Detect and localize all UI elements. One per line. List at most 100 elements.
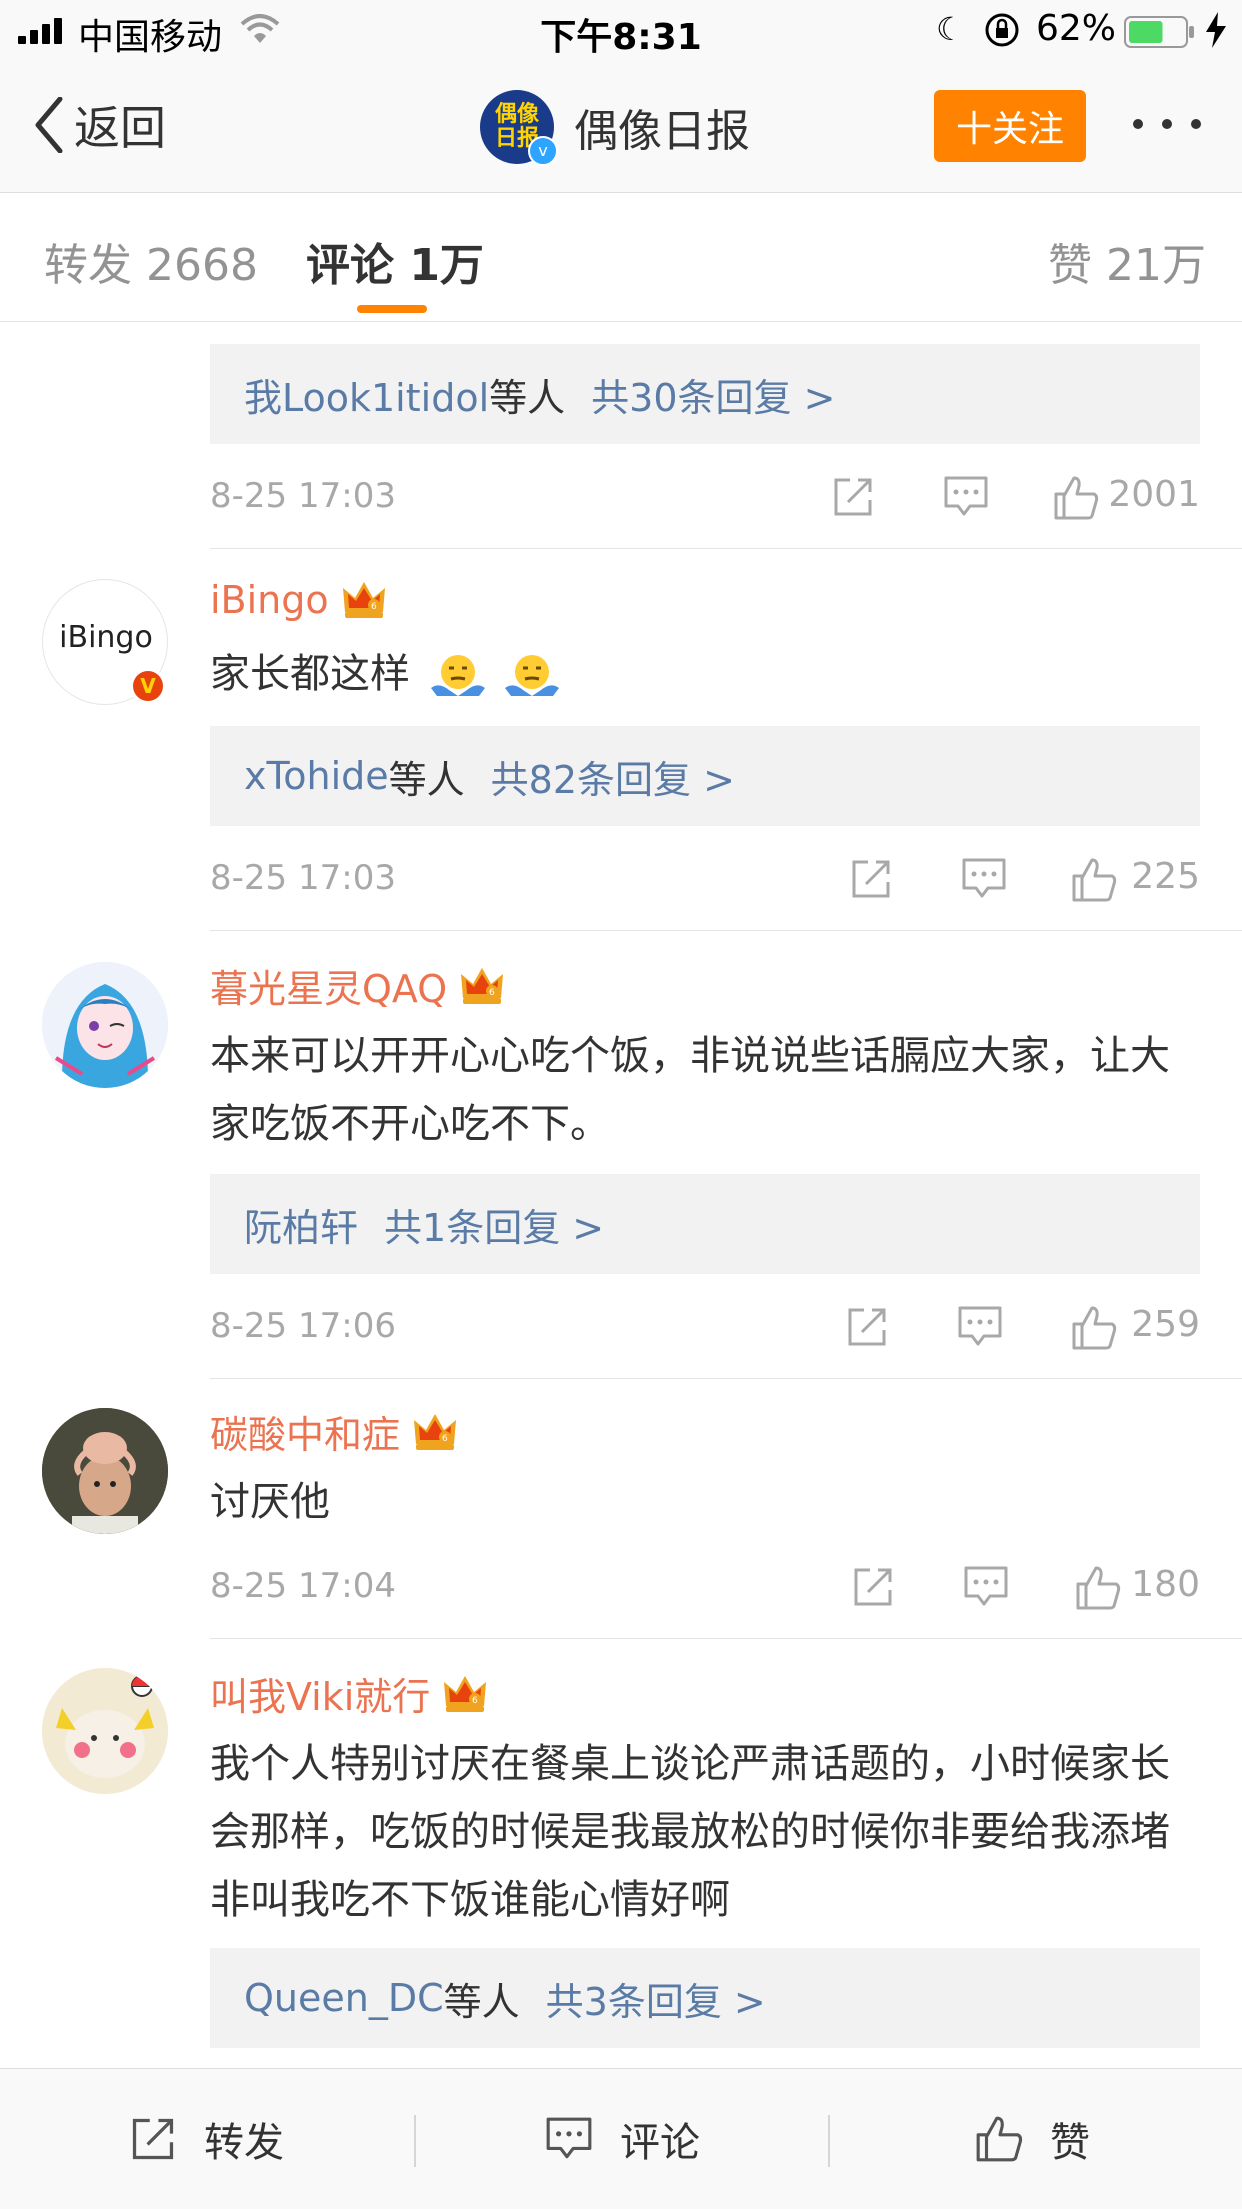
avatar[interactable]	[42, 1668, 168, 1794]
reply-etc: 等人	[489, 375, 566, 420]
username[interactable]: 叫我Viki就行 6	[210, 1666, 488, 1721]
separator	[414, 2115, 416, 2167]
active-tab-indicator	[357, 305, 427, 313]
thumbs-up-icon	[976, 2116, 1023, 2162]
reply-summary[interactable]: 我Look1itidol 等人 共30条回复 >	[210, 344, 1200, 444]
account-header[interactable]: 偶像日报 v 偶像日报	[480, 90, 750, 166]
repost-button[interactable]: 转发	[128, 2069, 284, 2209]
member-crown-icon: 6	[444, 1675, 487, 1712]
repost-label: 转发	[204, 2120, 284, 2166]
svg-text:6: 6	[489, 988, 495, 998]
svg-text:6: 6	[472, 1696, 478, 1706]
like-label: 赞	[1050, 2120, 1090, 2166]
reply-summary[interactable]: 阮柏轩 共1条回复 >	[210, 1174, 1200, 1274]
username[interactable]: 暮光星灵QAQ 6	[210, 958, 505, 1013]
username[interactable]: 碳酸中和症 6	[210, 1404, 458, 1459]
username-text: 叫我Viki就行	[210, 1675, 431, 1719]
member-crown-icon: 6	[414, 1413, 457, 1450]
thumbs-up-icon[interactable]	[1070, 1304, 1118, 1352]
comment-icon[interactable]	[942, 474, 990, 520]
comment-time: 8-25 17:03	[210, 476, 396, 516]
reply-names: 阮柏轩	[244, 1205, 359, 1250]
thumbs-up-icon[interactable]	[1052, 474, 1100, 522]
bottom-action-bar: 转发 评论 赞	[0, 2068, 1242, 2209]
shrug-emoji-icon	[505, 655, 560, 696]
comment-meta: 8-25 17:03 225	[210, 848, 1200, 908]
like-count: 259	[1131, 1304, 1200, 1345]
reply-names: 我Look1itidol	[244, 375, 490, 420]
thumbs-up-icon[interactable]	[1070, 856, 1118, 904]
share-icon[interactable]	[844, 1304, 890, 1350]
reply-total: 共82条回复 >	[490, 757, 735, 802]
like-count: 180	[1131, 1564, 1200, 1605]
tab-likes[interactable]: 赞 21万	[1048, 229, 1206, 293]
comment-label: 评论	[620, 2120, 700, 2166]
reply-total: 共1条回复 >	[384, 1205, 605, 1250]
tab-reposts[interactable]: 转发 2668	[44, 229, 258, 293]
reply-etc: 等人	[443, 1979, 520, 2024]
avatar[interactable]	[42, 962, 168, 1088]
tab-comments[interactable]: 评论 1万	[306, 229, 484, 293]
avatar-illustration	[42, 962, 168, 1088]
comment-meta: 8-25 17:04 180	[210, 1556, 1200, 1616]
reply-names: xTohide	[244, 754, 389, 798]
follow-button[interactable]: 十关注	[934, 90, 1086, 162]
nav-bar: 返回 偶像日报 v 偶像日报 十关注	[0, 62, 1242, 193]
comment-divider	[210, 1638, 1242, 1639]
comment-time: 8-25 17:06	[210, 1306, 396, 1346]
avatar-illustration	[42, 1668, 168, 1794]
like-count: 225	[1131, 856, 1200, 897]
avatar-text: iBingo	[59, 620, 153, 655]
comment-icon[interactable]	[956, 1304, 1004, 1350]
comment-meta: 8-25 17:03 2001	[210, 466, 1200, 526]
more-options-icon[interactable]	[1130, 102, 1204, 146]
like-button[interactable]: 赞	[974, 2069, 1090, 2209]
comment-text-content: 家长都这样	[210, 651, 410, 697]
like-count: 2001	[1108, 474, 1200, 515]
comment-meta: 8-25 17:06 259	[210, 1296, 1200, 1356]
reply-summary[interactable]: xTohide 等人 共82条回复 >	[210, 726, 1200, 826]
share-icon[interactable]	[848, 856, 894, 902]
avatar[interactable]	[42, 1408, 168, 1534]
verified-badge-icon: v	[528, 136, 558, 166]
chevron-left-icon	[35, 97, 63, 153]
username-text: 碳酸中和症	[210, 1413, 401, 1457]
member-crown-icon: 6	[461, 967, 504, 1004]
svg-text:6: 6	[371, 602, 377, 612]
comment-button[interactable]: 评论	[544, 2069, 700, 2209]
do-not-disturb-icon: ☾	[936, 10, 965, 48]
share-icon[interactable]	[850, 1564, 896, 1610]
back-button[interactable]: 返回	[34, 92, 166, 158]
verified-badge-icon: V	[130, 668, 166, 704]
rotation-lock-icon	[985, 13, 1019, 47]
separator	[828, 2115, 830, 2167]
comment-icon[interactable]	[960, 856, 1008, 902]
thumbs-up-icon[interactable]	[1074, 1564, 1122, 1612]
reply-total: 共30条回复 >	[591, 375, 836, 420]
share-icon[interactable]	[830, 474, 876, 520]
comment-time: 8-25 17:03	[210, 858, 396, 898]
page-title: 偶像日报	[574, 106, 750, 157]
comment-divider	[210, 1378, 1242, 1379]
avatar-photo	[42, 1408, 168, 1534]
back-label: 返回	[74, 101, 166, 155]
status-bar: 中国移动 下午8:31 ☾ 62%	[0, 0, 1242, 62]
comment-icon[interactable]	[962, 1564, 1010, 1610]
member-crown-icon: 6	[342, 582, 385, 618]
username-text: 暮光星灵QAQ	[210, 967, 448, 1011]
share-icon	[132, 2118, 174, 2160]
reply-names: Queen_DC	[244, 1976, 444, 2020]
comment-divider	[210, 548, 1242, 549]
charging-icon	[1206, 12, 1226, 48]
reply-etc: 等人	[388, 757, 465, 802]
shrug-emoji-icon	[430, 655, 485, 696]
tab-bar: 转发 2668 评论 1万 赞 21万	[0, 193, 1242, 322]
reply-summary[interactable]: Queen_DC 等人 共3条回复 >	[210, 1948, 1200, 2048]
comment-text: 本来可以开开心心吃个饭，非说说些话膈应大家，让大家吃饭不开心吃不下。	[210, 1033, 1170, 1147]
comment-text: 讨厌他	[210, 1479, 330, 1525]
comment-time: 8-25 17:04	[210, 1566, 396, 1606]
battery-icon	[1124, 16, 1194, 48]
comment-divider	[210, 930, 1242, 931]
username[interactable]: iBingo 6	[210, 578, 387, 622]
battery-percent: 62%	[1036, 8, 1117, 49]
